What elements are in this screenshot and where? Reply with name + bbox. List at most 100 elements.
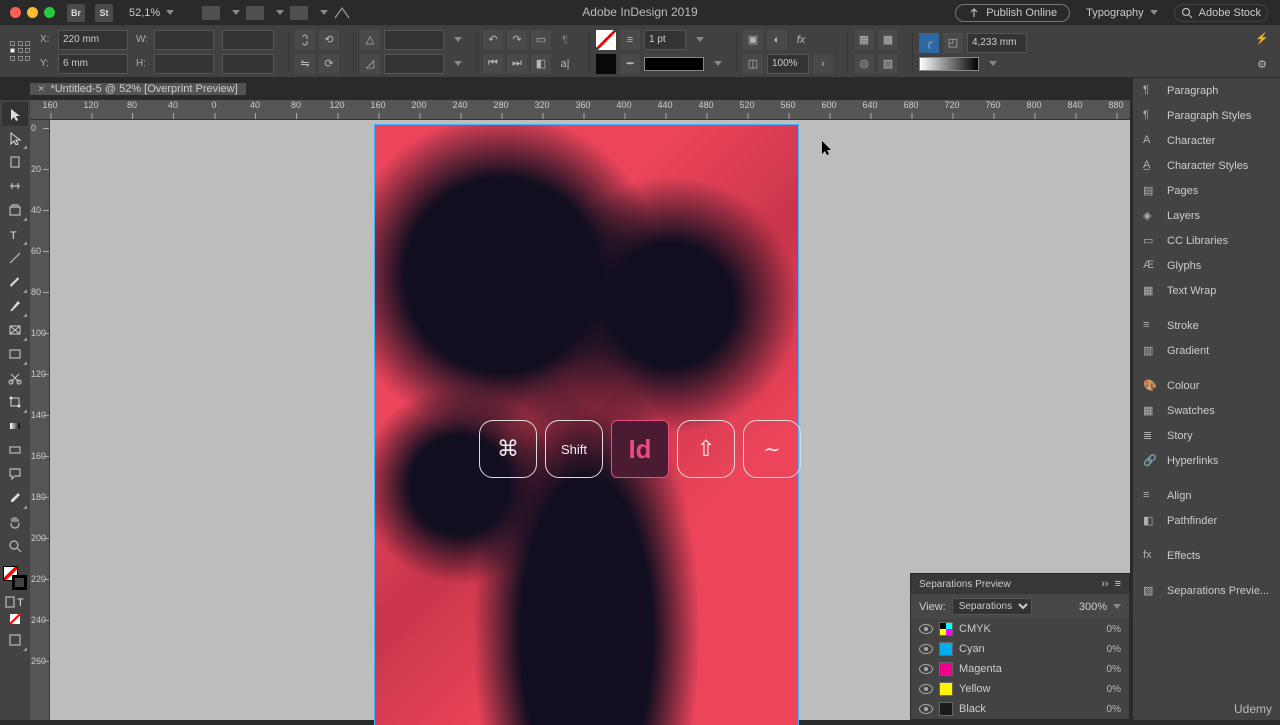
stroke-weight-field[interactable]: 1 pt [644, 30, 686, 50]
gpu-icon[interactable] [334, 6, 352, 20]
fx-icon[interactable]: fx [791, 30, 811, 50]
ink-row-cmyk[interactable]: CMYK0% [911, 619, 1129, 639]
rotate-cw-icon[interactable]: ⟳ [319, 54, 339, 74]
panel-separations-previe-[interactable]: ▨Separations Previe... [1133, 578, 1280, 603]
visibility-icon[interactable] [919, 644, 933, 654]
ink-row-black[interactable]: Black0% [911, 699, 1129, 719]
panel-menu-icon[interactable]: ⚙ [1252, 55, 1272, 75]
redo-icon[interactable]: ↷ [507, 30, 527, 50]
rotate-field[interactable] [384, 30, 444, 50]
view-mode-tool[interactable] [2, 628, 28, 652]
close-tab-icon[interactable]: × [38, 83, 44, 95]
bridge-icon[interactable]: Br [67, 4, 85, 22]
ink-zoom[interactable]: 300% [1079, 601, 1107, 613]
opacity-step[interactable]: › [813, 54, 833, 74]
panel-glyphs[interactable]: ÆGlyphs [1133, 253, 1280, 278]
rectangle-frame-tool[interactable] [2, 318, 28, 342]
view-options-icon[interactable] [202, 6, 220, 20]
screen-mode-icon[interactable] [246, 6, 264, 20]
panel-colour[interactable]: 🎨Colour [1133, 373, 1280, 398]
next-icon[interactable]: ⏭ [507, 54, 527, 74]
panel-cc-libraries[interactable]: ▭CC Libraries [1133, 228, 1280, 253]
reference-point[interactable] [10, 41, 32, 63]
view-select[interactable]: Separations [952, 598, 1032, 615]
content-collector-tool[interactable] [2, 198, 28, 222]
gradient-feather-tool[interactable] [2, 438, 28, 462]
panel-pages[interactable]: ▤Pages [1133, 178, 1280, 203]
panel-character-styles[interactable]: A̲Character Styles [1133, 153, 1280, 178]
flip-h-icon[interactable]: ⇋ [295, 54, 315, 74]
opacity-field[interactable]: 100% [767, 54, 809, 74]
corner-shape-icon[interactable]: ◰ [943, 33, 963, 53]
text-wrap-bound-icon[interactable]: ▩ [878, 30, 898, 50]
frame-fit-icon[interactable]: ▧ [878, 54, 898, 74]
fill-stroke-control[interactable] [3, 566, 27, 590]
gap-tool[interactable] [2, 174, 28, 198]
pen-tool[interactable] [2, 270, 28, 294]
minimize-window[interactable] [27, 7, 38, 18]
auto-fit-icon[interactable]: ◎ [854, 54, 874, 74]
scale-y-field[interactable] [222, 54, 274, 74]
panel-hyperlinks[interactable]: 🔗Hyperlinks [1133, 448, 1280, 473]
select-container-icon[interactable]: ▭ [531, 30, 551, 50]
selection-tool[interactable] [2, 102, 28, 126]
eyedropper-tool[interactable] [2, 486, 28, 510]
collapse-icon[interactable]: ›› [1101, 578, 1108, 590]
ink-row-yellow[interactable]: Yellow0% [911, 679, 1129, 699]
maximize-window[interactable] [44, 7, 55, 18]
panel-align[interactable]: ≡Align [1133, 483, 1280, 508]
link-icon[interactable] [295, 30, 315, 50]
visibility-icon[interactable] [919, 684, 933, 694]
arrange-docs-icon[interactable] [290, 6, 308, 20]
corner-size-field[interactable]: 4,233 mm [967, 33, 1027, 53]
panel-menu-icon[interactable]: ≡ [1115, 578, 1121, 590]
scissors-tool[interactable] [2, 366, 28, 390]
apply-none-icon[interactable] [2, 610, 28, 628]
drop-shadow-icon[interactable]: ▣ [743, 30, 763, 50]
x-field[interactable]: 220 mm [58, 30, 128, 50]
corner-options-icon[interactable]: ╭ [919, 33, 939, 53]
stroke-swatch[interactable] [12, 575, 27, 590]
panel-character[interactable]: ACharacter [1133, 128, 1280, 153]
rotate-ccw-icon[interactable]: ⟲ [319, 30, 339, 50]
panel-story[interactable]: ≣Story [1133, 423, 1280, 448]
stock-icon[interactable]: St [95, 4, 113, 22]
sync-settings-icon[interactable]: ⚡ [1252, 29, 1272, 49]
hand-tool[interactable] [2, 510, 28, 534]
panel-gradient[interactable]: ▥Gradient [1133, 338, 1280, 363]
panel-stroke[interactable]: ≡Stroke [1133, 313, 1280, 338]
panel-paragraph[interactable]: ¶Paragraph [1133, 78, 1280, 103]
zoom-tool[interactable] [2, 534, 28, 558]
panel-effects[interactable]: fxEffects [1133, 543, 1280, 568]
undo-icon[interactable]: ↶ [483, 30, 503, 50]
panel-swatches[interactable]: ▦Swatches [1133, 398, 1280, 423]
visibility-icon[interactable] [919, 664, 933, 674]
document-tab[interactable]: × *Untitled-5 @ 52% [Overprint Preview] [30, 83, 246, 95]
rectangle-tool[interactable] [2, 342, 28, 366]
line-tool[interactable] [2, 246, 28, 270]
adobe-stock-search[interactable]: Adobe Stock [1174, 4, 1268, 22]
formatting-container-icon[interactable]: T [2, 594, 28, 610]
note-tool[interactable] [2, 462, 28, 486]
free-transform-tool[interactable] [2, 390, 28, 414]
w-field[interactable] [154, 30, 214, 50]
blend-icon[interactable]: ◫ [743, 54, 763, 74]
gradient-preview[interactable] [919, 57, 979, 71]
workspace-switcher[interactable]: Typography [1080, 5, 1163, 21]
gradient-swatch-tool[interactable] [2, 414, 28, 438]
panel-text-wrap[interactable]: ▦Text Wrap [1133, 278, 1280, 303]
publish-online-button[interactable]: Publish Online [955, 4, 1070, 22]
prev-icon[interactable]: ⏮ [483, 54, 503, 74]
shear-field[interactable] [384, 54, 444, 74]
fill-stroke-swatch[interactable] [596, 30, 616, 50]
h-field[interactable] [154, 54, 214, 74]
stroke-style[interactable] [644, 57, 704, 71]
visibility-icon[interactable] [919, 704, 933, 714]
page-tool[interactable] [2, 150, 28, 174]
panel-layers[interactable]: ◈Layers [1133, 203, 1280, 228]
panel-paragraph-styles[interactable]: ¶Paragraph Styles [1133, 103, 1280, 128]
visibility-icon[interactable] [919, 624, 933, 634]
scale-x-field[interactable] [222, 30, 274, 50]
zoom-level[interactable]: 52,1% [123, 5, 180, 21]
type-tool[interactable]: T [2, 222, 28, 246]
